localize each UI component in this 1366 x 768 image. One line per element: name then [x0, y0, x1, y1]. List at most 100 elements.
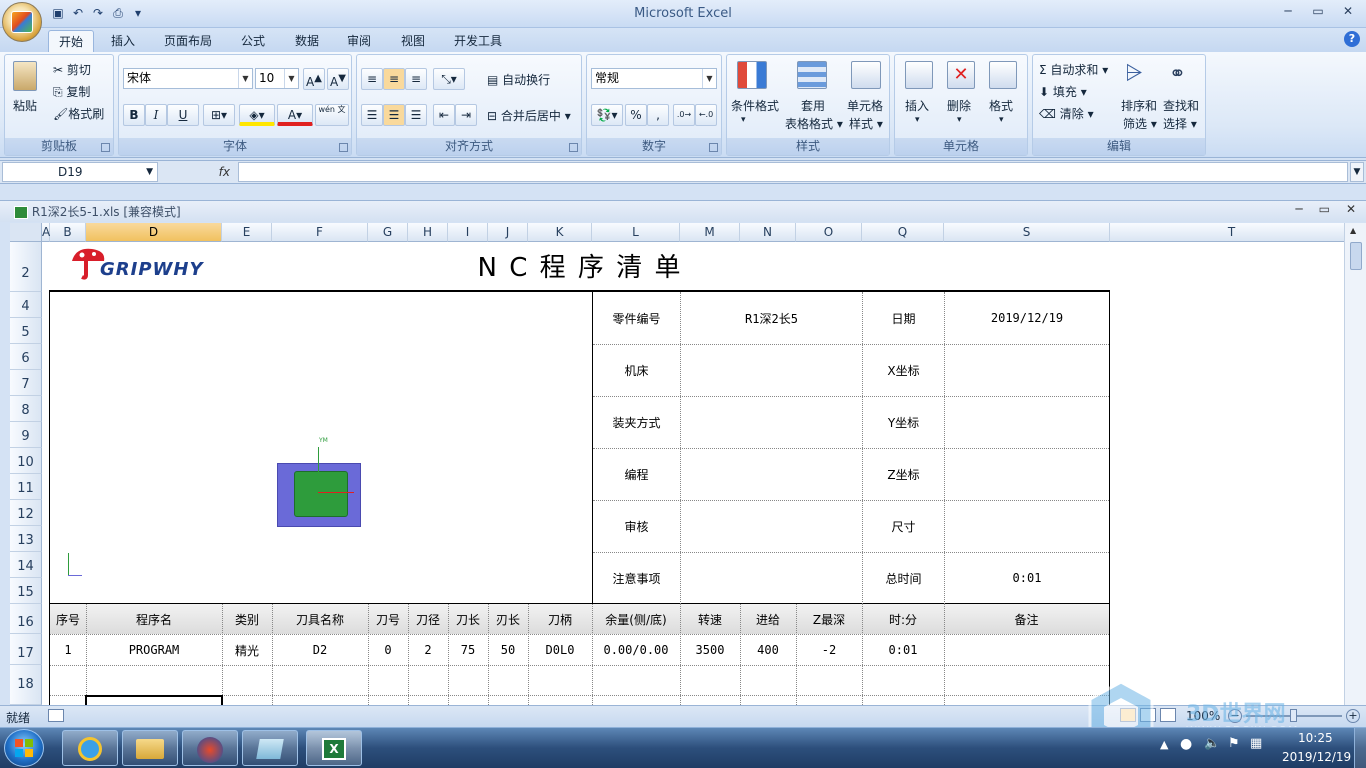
info-value-clamping[interactable]	[681, 396, 862, 448]
info-value-reviewer[interactable]	[681, 500, 862, 552]
insert-dropdown-icon[interactable]: ▾	[915, 115, 920, 125]
italic-button[interactable]: I	[145, 104, 167, 126]
delete-cells-button[interactable]: 删除	[947, 97, 971, 114]
info-value-total-time[interactable]: 0:01	[945, 552, 1109, 604]
col-header-g[interactable]: G	[368, 223, 408, 242]
save-icon[interactable]: ▣	[50, 6, 66, 20]
info-value-x[interactable]	[945, 344, 1109, 396]
insert-function-button[interactable]: fx	[160, 162, 236, 182]
paste-icon[interactable]	[13, 61, 43, 95]
currency-button[interactable]: 💱▾	[591, 104, 623, 126]
taskbar-notes-button[interactable]	[242, 730, 298, 766]
td-remarks[interactable]	[944, 635, 1109, 665]
tab-developer[interactable]: 开发工具	[444, 30, 512, 52]
col-header-s[interactable]: S	[944, 223, 1110, 242]
insert-cells-button[interactable]: 插入	[905, 97, 929, 114]
workbook-restore-icon[interactable]: ▭	[1319, 202, 1330, 216]
start-button[interactable]	[4, 729, 44, 767]
align-center-button[interactable]: ☰	[383, 104, 405, 126]
info-value-part-no[interactable]: R1深2长5	[681, 292, 862, 344]
td-tool-dia[interactable]: 2	[408, 635, 448, 665]
info-value-date[interactable]: 2019/12/19	[945, 292, 1109, 344]
format-dropdown-icon[interactable]: ▾	[999, 115, 1004, 125]
td-time[interactable]: 0:01	[862, 635, 944, 665]
td-z-depth[interactable]: -2	[796, 635, 862, 665]
clock-date[interactable]: 2019/12/19	[1282, 750, 1351, 764]
td-speed[interactable]: 3500	[680, 635, 740, 665]
col-header-b[interactable]: B	[50, 223, 86, 242]
cell-styles-button-line1[interactable]: 单元格	[847, 97, 883, 114]
align-left-button[interactable]: ☰	[361, 104, 383, 126]
underline-button[interactable]: U	[167, 104, 199, 126]
flag-icon[interactable]: ⚑	[1228, 736, 1240, 751]
tab-data[interactable]: 数据	[284, 30, 330, 52]
sort-filter-button-line1[interactable]: 排序和	[1121, 97, 1157, 114]
cut-button[interactable]: ✂ 剪切	[53, 61, 91, 78]
table-format-button-line1[interactable]: 套用	[801, 97, 825, 114]
tab-review[interactable]: 审阅	[336, 30, 382, 52]
workbook-close-icon[interactable]: ✕	[1346, 202, 1356, 216]
fill-color-button[interactable]: ◈▾	[239, 104, 275, 126]
col-header-l[interactable]: L	[592, 223, 680, 242]
shrink-font-button[interactable]: A▼	[327, 68, 349, 90]
row-header-5[interactable]: 5	[10, 318, 42, 344]
conditional-format-button[interactable]: 条件格式	[731, 97, 779, 114]
col-header-n[interactable]: N	[740, 223, 796, 242]
tab-formulas[interactable]: 公式	[230, 30, 276, 52]
col-header-o[interactable]: O	[796, 223, 862, 242]
clear-button[interactable]: ⌫ 清除 ▾	[1039, 105, 1094, 122]
taskbar-ie-button[interactable]	[62, 730, 118, 766]
increase-decimal-button[interactable]: .0→	[673, 104, 695, 126]
font-name-select[interactable]: 宋体 ▼	[123, 68, 253, 89]
tab-insert[interactable]: 插入	[100, 30, 146, 52]
tab-view[interactable]: 视图	[390, 30, 436, 52]
font-size-select[interactable]: 10 ▼	[255, 68, 299, 89]
col-header-j[interactable]: J	[488, 223, 528, 242]
delete-dropdown-icon[interactable]: ▾	[957, 115, 962, 125]
row-header-10[interactable]: 10	[10, 448, 42, 474]
name-box[interactable]: D19 ▼	[2, 162, 158, 182]
format-cells-button[interactable]: 格式	[989, 97, 1013, 114]
find-select-button-line2[interactable]: 选择 ▾	[1163, 115, 1197, 132]
table-format-button-line2[interactable]: 表格格式 ▾	[785, 115, 843, 132]
info-value-z[interactable]	[945, 448, 1109, 500]
row-header-13[interactable]: 13	[10, 526, 42, 552]
undo-icon[interactable]: ↶	[70, 6, 86, 20]
row-header-15[interactable]: 15	[10, 578, 42, 604]
tab-page-layout[interactable]: 页面布局	[152, 30, 224, 52]
td-holder[interactable]: D0L0	[528, 635, 592, 665]
autosum-button[interactable]: Σ 自动求和 ▾	[1039, 61, 1108, 78]
merge-center-button[interactable]: ⊟ 合并后居中 ▾	[487, 107, 571, 124]
clipboard-launcher-icon[interactable]	[101, 143, 110, 152]
col-header-d[interactable]: D	[86, 223, 222, 242]
row-header-17[interactable]: 17	[10, 634, 42, 665]
page-break-view-icon[interactable]	[1160, 708, 1176, 722]
td-stock[interactable]: 0.00/0.00	[592, 635, 680, 665]
row-header-11[interactable]: 11	[10, 474, 42, 500]
col-header-h[interactable]: H	[408, 223, 448, 242]
col-header-t[interactable]: T	[1110, 223, 1354, 242]
expand-formula-bar-icon[interactable]: ▼	[1350, 162, 1364, 182]
taskbar-cad-button[interactable]	[182, 730, 238, 766]
restore-icon[interactable]: ▭	[1306, 2, 1330, 20]
redo-icon[interactable]: ↷	[90, 6, 106, 20]
col-header-k[interactable]: K	[528, 223, 592, 242]
td-tool-no[interactable]: 0	[368, 635, 408, 665]
sort-filter-button-line2[interactable]: 筛选 ▾	[1123, 115, 1157, 132]
decrease-decimal-button[interactable]: ←.0	[695, 104, 717, 126]
border-button[interactable]: ⊞▾	[203, 104, 235, 126]
td-blade-length[interactable]: 50	[488, 635, 528, 665]
paste-button[interactable]: 粘贴	[13, 97, 37, 114]
taskbar-explorer-button[interactable]	[122, 730, 178, 766]
row-header-2[interactable]: 2	[10, 242, 42, 292]
td-tool-name[interactable]: D2	[272, 635, 368, 665]
col-header-i[interactable]: I	[448, 223, 488, 242]
tray-expand-icon[interactable]: ▲	[1160, 738, 1168, 751]
qq-icon[interactable]: ●	[1180, 736, 1192, 752]
grow-font-button[interactable]: A▲	[303, 68, 325, 90]
network-icon[interactable]: ▦	[1250, 736, 1262, 751]
row-header-14[interactable]: 14	[10, 552, 42, 578]
show-desktop-button[interactable]	[1354, 728, 1366, 768]
zoom-slider-thumb[interactable]	[1290, 709, 1297, 722]
office-button[interactable]	[2, 2, 42, 42]
